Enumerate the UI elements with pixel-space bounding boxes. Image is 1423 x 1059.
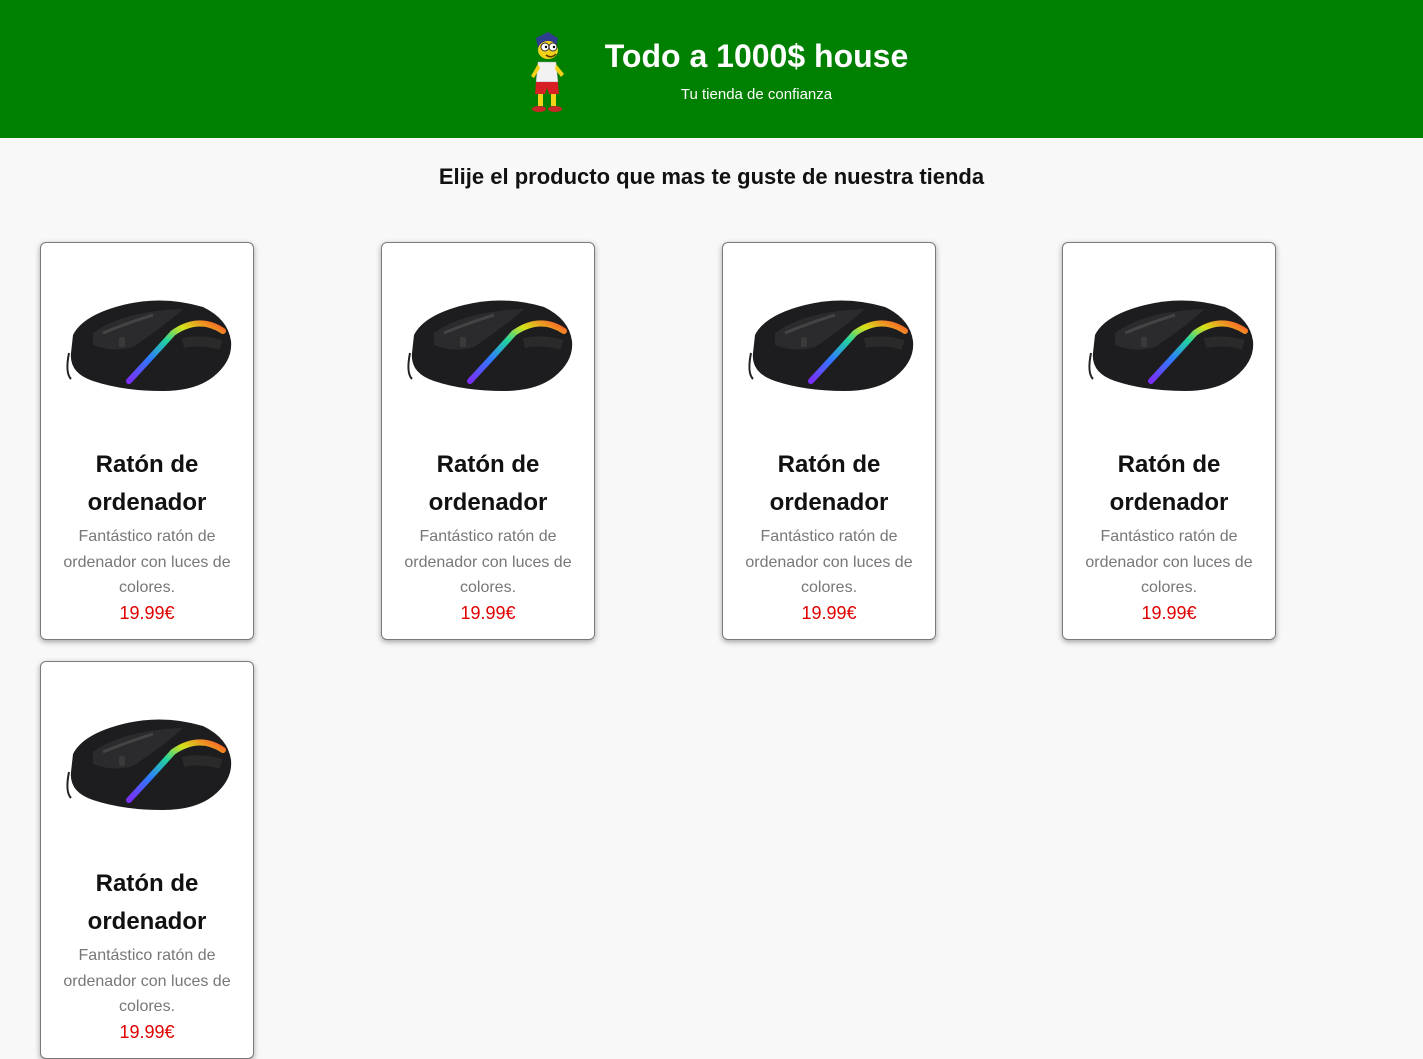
product-card[interactable]: Ratón de ordenador Fantástico ratón de o…: [1062, 242, 1276, 640]
gaming-mouse-image-icon: [1085, 293, 1255, 403]
cartoon-character-logo-icon: [531, 32, 564, 112]
product-price: 19.99€: [119, 1022, 175, 1042]
product-price: 19.99€: [119, 603, 175, 623]
product-name: Ratón de ordenador: [428, 451, 548, 516]
product-description: Fantástico ratón de ordenador con luces …: [404, 528, 572, 596]
product-name: Ratón de ordenador: [87, 451, 207, 516]
product-price: 19.99€: [460, 603, 516, 623]
product-card[interactable]: Ratón de ordenador Fantástico ratón de o…: [381, 242, 595, 640]
product-card[interactable]: Ratón de ordenador Fantástico ratón de o…: [40, 661, 254, 1059]
page-heading: Elije el producto que mas te guste de nu…: [438, 164, 985, 189]
product-description: Fantástico ratón de ordenador con luces …: [63, 528, 231, 596]
gaming-mouse-image-icon: [745, 293, 915, 403]
product-price: 19.99€: [801, 603, 857, 623]
product-card[interactable]: Ratón de ordenador Fantástico ratón de o…: [40, 242, 254, 640]
product-name: Ratón de ordenador: [1109, 451, 1229, 516]
gaming-mouse-image-icon: [63, 293, 233, 403]
product-name: Ratón de ordenador: [87, 870, 207, 935]
product-name: Ratón de ordenador: [769, 451, 889, 516]
gaming-mouse-image-icon: [404, 293, 574, 403]
product-description: Fantástico ratón de ordenador con luces …: [63, 947, 231, 1015]
gaming-mouse-image-icon: [63, 712, 233, 822]
site-title: Todo a 1000$ house: [604, 38, 909, 74]
site-header: Todo a 1000$ house Tu tienda de confianz…: [0, 0, 1423, 138]
product-card[interactable]: Ratón de ordenador Fantástico ratón de o…: [722, 242, 936, 640]
product-price: 19.99€: [1141, 603, 1197, 623]
site-tagline: Tu tienda de confianza: [680, 86, 833, 103]
product-description: Fantástico ratón de ordenador con luces …: [1085, 528, 1253, 596]
product-description: Fantástico ratón de ordenador con luces …: [745, 528, 913, 596]
